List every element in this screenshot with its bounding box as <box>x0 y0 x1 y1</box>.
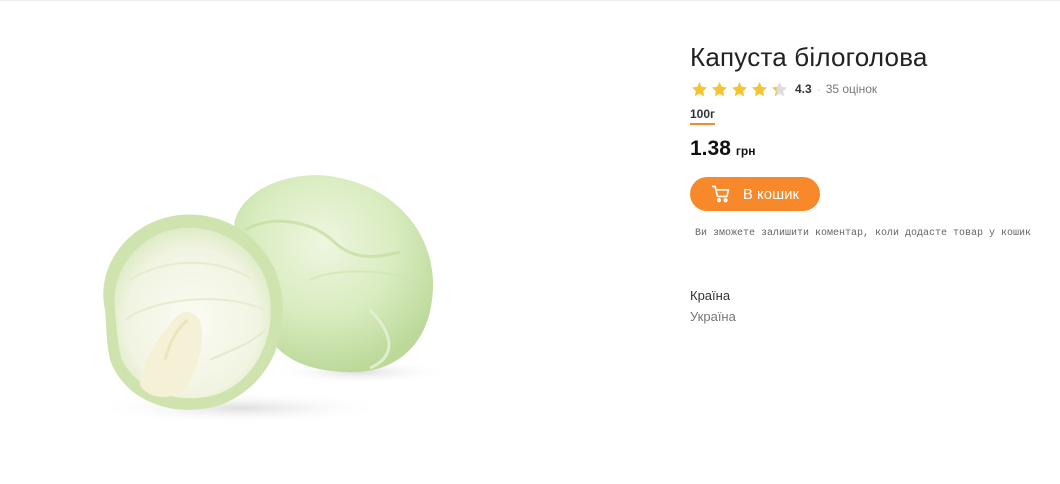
rating-count[interactable]: 35 оцінок <box>826 82 877 96</box>
star-icon <box>731 81 748 96</box>
product-info: Капуста білоголова 4.3 · 35 оцінок 100г … <box>690 40 1050 326</box>
rating-row: 4.3 · 35 оцінок <box>690 79 1050 99</box>
product-title: Капуста білоголова <box>690 42 928 72</box>
top-divider <box>0 0 1060 1</box>
weight-option[interactable]: 100г <box>690 107 716 125</box>
star-icon <box>711 81 728 96</box>
rating-value: 4.3 <box>795 82 812 96</box>
price-value: 1.38 <box>690 137 731 160</box>
shopping-cart-icon <box>711 185 730 203</box>
rating-separator: · <box>816 82 821 96</box>
price-row: 1.38 грн <box>690 137 1050 161</box>
star-icon <box>771 81 788 96</box>
attribute-country: Країна Україна <box>690 287 1050 326</box>
product-image <box>90 175 450 424</box>
star-icon <box>751 81 768 96</box>
star-rating <box>690 80 790 99</box>
attribute-label: Країна <box>690 288 731 303</box>
add-to-cart-button[interactable]: В кошик <box>690 177 820 211</box>
price-currency: грн <box>735 144 756 158</box>
product-attributes: Країна Україна <box>690 287 1050 326</box>
star-icon <box>691 81 708 96</box>
attribute-value: Україна <box>690 309 736 324</box>
add-to-cart-label: В кошик <box>742 185 800 203</box>
comment-hint: Ви зможете залишити коментар, коли додас… <box>695 228 1032 239</box>
